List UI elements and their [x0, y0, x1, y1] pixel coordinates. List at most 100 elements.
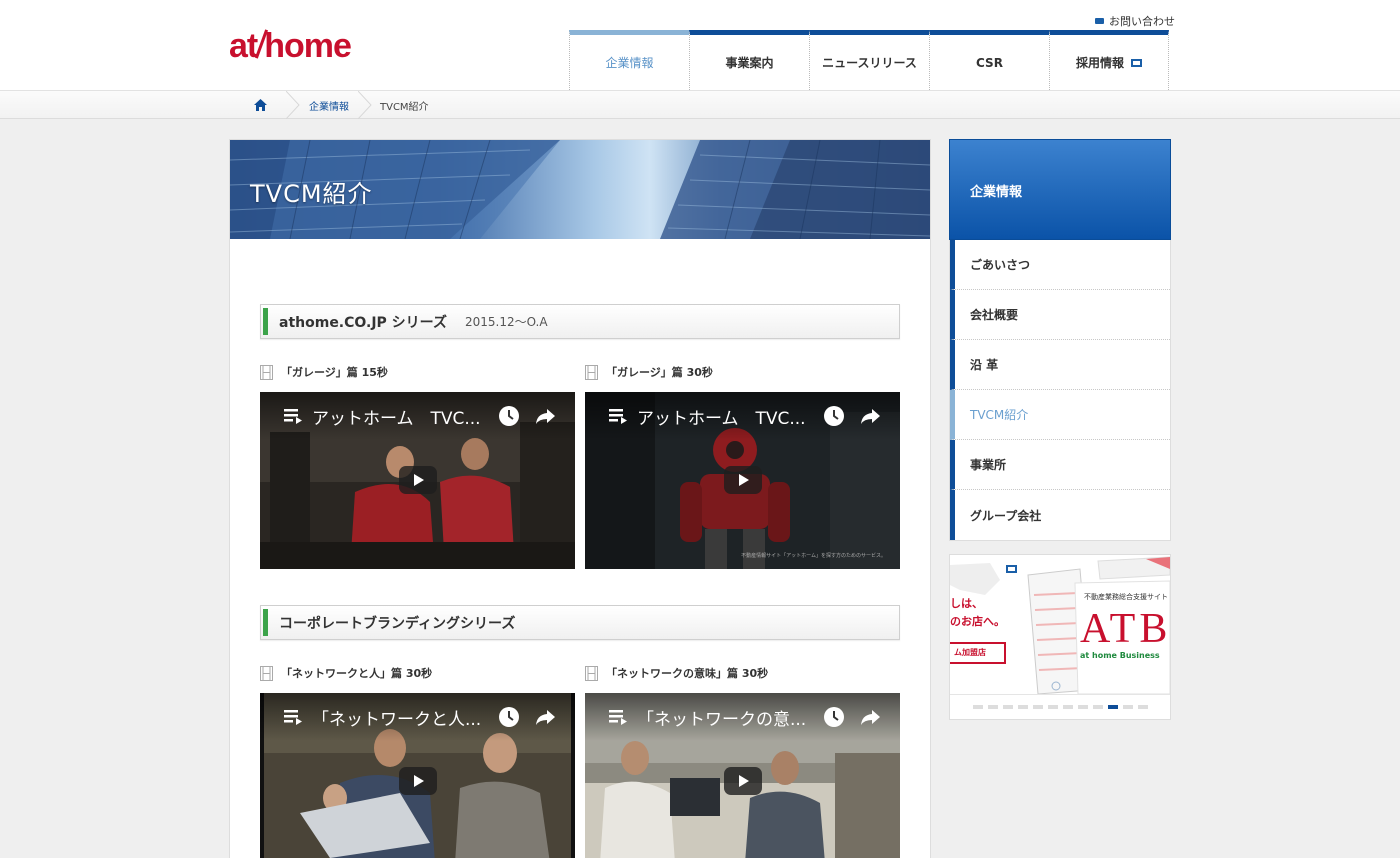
- carousel-dots: [950, 694, 1170, 719]
- carousel-dot[interactable]: [1122, 705, 1133, 709]
- video-label: 「ガレージ」篇 15秒: [260, 364, 388, 380]
- side-item-label: ごあいさつ: [970, 258, 1031, 272]
- logo-text-home: home: [264, 27, 352, 65]
- promo-banner-slide[interactable]: しは、 のお店へ。 ム加盟店 不動産業務総合支援サイト ATB at home …: [950, 555, 1170, 694]
- side-item-label: 沿 革: [970, 358, 999, 372]
- film-icon: [260, 665, 273, 681]
- video-player[interactable]: 「ネットワークと人...: [260, 693, 575, 858]
- video-player[interactable]: アットホーム TVC...: [260, 392, 575, 569]
- video-caption: 不動産情報サイト「アットホーム」を探す方のためのサービス。: [741, 553, 886, 559]
- film-icon: [585, 364, 598, 380]
- video-title[interactable]: アットホーム TVC...: [312, 404, 481, 429]
- breadcrumb-item-company[interactable]: 企業情報: [309, 91, 349, 119]
- nav-item-company[interactable]: 企業情報: [569, 30, 689, 90]
- nav-label: ニュースリリース: [822, 56, 917, 70]
- nav-label: 企業情報: [605, 56, 654, 70]
- watch-later-icon[interactable]: [823, 405, 845, 427]
- breadcrumb-separator: [286, 91, 300, 119]
- play-button[interactable]: [399, 466, 437, 494]
- side-item-tvcm[interactable]: TVCM紹介: [950, 390, 1170, 440]
- share-icon[interactable]: [534, 405, 556, 427]
- side-item-group[interactable]: グループ会社: [950, 490, 1170, 540]
- section-heading: コーポレートブランディングシリーズ: [260, 605, 900, 640]
- side-item-offices[interactable]: 事業所: [950, 440, 1170, 490]
- side-item-greeting[interactable]: ごあいさつ: [950, 240, 1170, 290]
- carousel-dot[interactable]: [1062, 705, 1073, 709]
- side-item-profile[interactable]: 会社概要: [950, 290, 1170, 340]
- logo-text-at: at: [229, 27, 258, 65]
- breadcrumb-link: 企業情報: [309, 101, 349, 113]
- share-icon[interactable]: [534, 706, 556, 728]
- film-icon: [260, 364, 273, 380]
- carousel-dot[interactable]: [1032, 705, 1043, 709]
- video-title[interactable]: アットホーム TVC...: [637, 404, 806, 429]
- video-title[interactable]: 「ネットワークと人...: [312, 705, 481, 730]
- side-item-label: 会社概要: [970, 308, 1019, 322]
- carousel-dot[interactable]: [1137, 705, 1148, 709]
- global-nav: 企業情報 事業案内 ニュースリリース CSR 採用情報: [569, 30, 1169, 90]
- playlist-icon[interactable]: [609, 408, 629, 424]
- atb-logo: ATB: [1080, 606, 1170, 652]
- carousel-dot[interactable]: [1002, 705, 1013, 709]
- video-label: 「ネットワークと人」篇 30秒: [260, 665, 432, 681]
- watch-later-icon[interactable]: [823, 706, 845, 728]
- main-content: TVCM紹介 athome.CO.JP シリーズ 2015.12～O.A 「ガレ…: [229, 139, 931, 858]
- nav-item-news[interactable]: ニュースリリース: [809, 30, 929, 90]
- section-title: athome.CO.JP シリーズ: [279, 314, 447, 331]
- nav-item-csr[interactable]: CSR: [929, 30, 1049, 90]
- video-label-text: 「ガレージ」篇 15秒: [281, 366, 388, 379]
- playlist-icon[interactable]: [284, 709, 304, 725]
- breadcrumb: 企業情報 TVCM紹介: [0, 90, 1400, 119]
- carousel-dot[interactable]: [1017, 705, 1028, 709]
- side-item-history[interactable]: 沿 革: [950, 340, 1170, 390]
- film-icon: [585, 665, 598, 681]
- video-label-text: 「ガレージ」篇 30秒: [606, 366, 713, 379]
- playlist-icon[interactable]: [609, 709, 629, 725]
- nav-item-recruit[interactable]: 採用情報: [1049, 30, 1169, 90]
- video-player[interactable]: アットホーム TVC... 不動産情報サイト「アットホーム」を探す方のためのサー…: [585, 392, 900, 569]
- nav-label: 事業案内: [725, 56, 774, 70]
- play-button[interactable]: [724, 767, 762, 795]
- share-icon[interactable]: [859, 405, 881, 427]
- nav-label: CSR: [976, 55, 1003, 70]
- banner-text: しは、: [950, 597, 983, 610]
- carousel-dot[interactable]: [1107, 705, 1118, 709]
- side-item-label: TVCM紹介: [970, 408, 1029, 422]
- mail-icon: [1095, 18, 1104, 24]
- atb-logo-subtitle: at home Business: [1080, 651, 1160, 660]
- play-button[interactable]: [724, 466, 762, 494]
- video-title[interactable]: 「ネットワークの意...: [637, 705, 806, 730]
- contact-label: お問い合わせ: [1109, 15, 1175, 28]
- banner-subtitle: 不動産業務総合支援サイト: [1084, 593, 1168, 601]
- watch-later-icon[interactable]: [498, 405, 520, 427]
- video-label-text: 「ネットワークと人」篇 30秒: [281, 667, 433, 680]
- carousel-dot[interactable]: [1047, 705, 1058, 709]
- banner-member-button[interactable]: ム加盟店: [950, 642, 1006, 664]
- watch-later-icon[interactable]: [498, 706, 520, 728]
- site-header: at home お問い合わせ 企業情報 事業案内 ニュースリリース CSR 採用情…: [0, 0, 1400, 90]
- playlist-icon[interactable]: [284, 408, 304, 424]
- section-heading: athome.CO.JP シリーズ 2015.12～O.A: [260, 304, 900, 339]
- external-window-icon: [1006, 565, 1017, 573]
- promo-banner-carousel: しは、 のお店へ。 ム加盟店 不動産業務総合支援サイト ATB at home …: [949, 554, 1171, 720]
- video-label-text: 「ネットワークの意味」篇 30秒: [606, 667, 769, 680]
- video-label: 「ガレージ」篇 30秒: [585, 364, 713, 380]
- carousel-dot[interactable]: [972, 705, 983, 709]
- athome-logo[interactable]: at home: [229, 27, 352, 65]
- video-label: 「ネットワークの意味」篇 30秒: [585, 665, 768, 681]
- page-title: TVCM紹介: [250, 180, 373, 208]
- contact-link[interactable]: お問い合わせ: [1095, 13, 1175, 29]
- breadcrumb-separator: [358, 91, 372, 119]
- carousel-dot[interactable]: [987, 705, 998, 709]
- side-nav-heading-label: 企業情報: [970, 185, 1023, 200]
- carousel-dot[interactable]: [1077, 705, 1088, 709]
- share-icon[interactable]: [859, 706, 881, 728]
- breadcrumb-current-label: TVCM紹介: [380, 101, 429, 113]
- home-icon[interactable]: [254, 99, 267, 111]
- nav-item-business[interactable]: 事業案内: [689, 30, 809, 90]
- video-player[interactable]: 「ネットワークの意...: [585, 693, 900, 858]
- play-button[interactable]: [399, 767, 437, 795]
- side-nav-heading[interactable]: 企業情報: [949, 139, 1171, 240]
- hero-banner: TVCM紹介: [230, 140, 930, 239]
- carousel-dot[interactable]: [1092, 705, 1103, 709]
